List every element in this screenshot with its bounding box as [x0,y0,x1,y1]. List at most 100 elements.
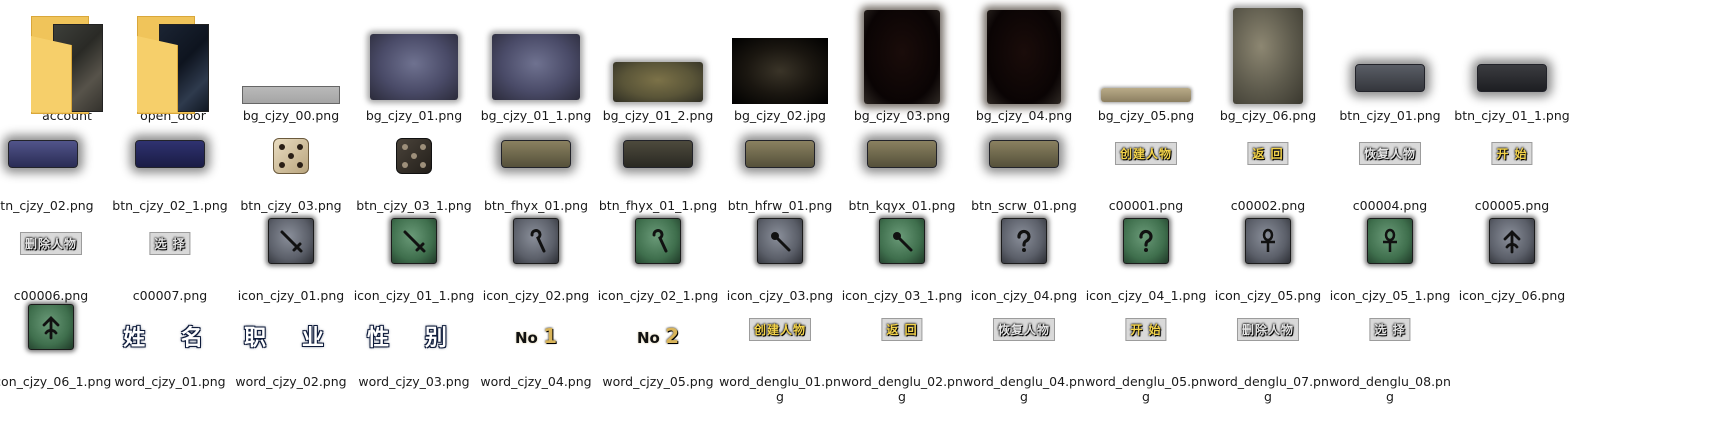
file-item-c00004[interactable]: 恢复人物 c00004.png [1323,124,1457,213]
file-item-btn-cjzy-02[interactable]: btn_cjzy_02.png [0,124,110,213]
file-item-btn-cjzy-03[interactable]: btn_cjzy_03.png [224,124,358,213]
file-item-icon-cjzy-04[interactable]: icon_cjzy_04.png [957,214,1091,303]
file-item-word-denglu-04[interactable]: 恢复人物 word_denglu_04.png [957,300,1091,404]
file-name: bg_cjzy_01_1.png [480,108,592,123]
file-name: bg_cjzy_02.jpg [734,108,826,123]
image-thumbnail: 删除人物 [19,232,83,255]
image-thumbnail: No 1 [514,324,558,348]
file-item-c00002[interactable]: 返 回 c00002.png [1201,124,1335,213]
file-item-bg-cjzy-01[interactable]: bg_cjzy_01.png [347,0,481,123]
file-name: btn_cjzy_02_1.png [112,198,228,213]
file-name: btn_cjzy_03.png [240,198,342,213]
file-item-word-cjzy-01[interactable]: 姓 名 word_cjzy_01.png [103,300,237,389]
image-thumbnail [8,140,78,168]
file-item-bg-cjzy-04[interactable]: bg_cjzy_04.png [957,0,1091,123]
file-item-word-denglu-02[interactable]: 返 回 word_denglu_02.png [835,300,969,404]
dice-icon [396,138,432,174]
file-item-btn-fhyx-01-1[interactable]: btn_fhyx_01_1.png [591,124,725,213]
folder-icon [31,16,103,114]
file-name: word_denglu_07.png [1207,374,1329,404]
file-item-bg-cjzy-03[interactable]: bg_cjzy_03.png [835,0,969,123]
ankh-icon [1245,218,1291,264]
file-item-btn-kqyx-01[interactable]: btn_kqyx_01.png [835,124,969,213]
image-thumbnail: 开 始 [1125,318,1167,341]
file-item-word-cjzy-04[interactable]: No 1 word_cjzy_04.png [469,300,603,389]
arrow-up-icon [1489,218,1535,264]
file-item-word-denglu-05[interactable]: 开 始 word_denglu_05.png [1079,300,1213,404]
file-item-icon-cjzy-06[interactable]: icon_cjzy_06.png [1445,214,1579,303]
ankh-icon [1367,218,1413,264]
file-item-icon-cjzy-03[interactable]: icon_cjzy_03.png [713,214,847,303]
image-thumbnail [732,38,828,104]
file-item-bg-cjzy-01-2[interactable]: bg_cjzy_01_2.png [591,0,725,123]
image-thumbnail [623,140,693,168]
file-name: word_cjzy_05.png [602,374,714,389]
file-name: c00005.png [1474,198,1550,213]
file-item-icon-cjzy-01[interactable]: icon_cjzy_01.png [224,214,358,303]
image-thumbnail [989,140,1059,168]
file-item-word-cjzy-05[interactable]: No 2 word_cjzy_05.png [591,300,725,389]
file-item-icon-cjzy-01-1[interactable]: icon_cjzy_01_1.png [347,214,481,303]
file-name: c00002.png [1230,198,1306,213]
file-item-word-denglu-07[interactable]: 删除人物 word_denglu_07.png [1201,300,1335,404]
file-name: icon_cjzy_06.png [1458,288,1566,303]
file-item-open-door[interactable]: open_door [106,0,240,123]
file-item-bg-cjzy-06[interactable]: bg_cjzy_06.png [1201,0,1335,123]
file-name: word_denglu_01.png [719,374,841,404]
file-item-c00005[interactable]: 开 始 c00005.png [1445,124,1579,213]
file-name: bg_cjzy_05.png [1097,108,1195,123]
image-thumbnail [242,86,340,104]
file-item-bg-cjzy-05[interactable]: bg_cjzy_05.png [1079,0,1213,123]
file-item-icon-cjzy-02[interactable]: icon_cjzy_02.png [469,214,603,303]
sword-icon [391,218,437,264]
arrow-up-icon [28,304,74,350]
file-item-btn-hfrw-01[interactable]: btn_hfrw_01.png [713,124,847,213]
file-item-btn-cjzy-02-1[interactable]: btn_cjzy_02_1.png [103,124,237,213]
file-item-icon-cjzy-02-1[interactable]: icon_cjzy_02_1.png [591,214,725,303]
file-item-word-cjzy-02[interactable]: 职 业 word_cjzy_02.png [224,300,358,389]
file-item-icon-cjzy-04-1[interactable]: icon_cjzy_04_1.png [1079,214,1213,303]
question-icon [1123,218,1169,264]
image-thumbnail [867,140,937,168]
image-thumbnail: 开 始 [1491,142,1533,165]
file-item-btn-cjzy-01-1[interactable]: btn_cjzy_01_1.png [1445,0,1579,123]
image-thumbnail [745,140,815,168]
file-name: word_cjzy_03.png [358,374,470,389]
file-item-bg-cjzy-01-1[interactable]: bg_cjzy_01_1.png [469,0,603,123]
folder-icon [137,16,209,114]
file-item-btn-fhyx-01[interactable]: btn_fhyx_01.png [469,124,603,213]
image-thumbnail [613,62,703,102]
file-item-icon-cjzy-06-1[interactable]: icon_cjzy_06_1.png [0,300,118,389]
file-item-c00001[interactable]: 创建人物 c00001.png [1079,124,1213,213]
file-name: word_cjzy_02.png [235,374,347,389]
file-name: word_denglu_08.png [1329,374,1451,404]
file-name: word_cjzy_04.png [480,374,592,389]
file-item-bg-cjzy-02[interactable]: bg_cjzy_02.jpg [713,0,847,123]
file-item-word-denglu-01[interactable]: 创建人物 word_denglu_01.png [713,300,847,404]
file-name: btn_kqyx_01.png [848,198,956,213]
file-name: bg_cjzy_06.png [1219,108,1317,123]
file-name: btn_cjzy_02.png [0,198,94,213]
image-thumbnail [370,34,458,100]
dice-icon [273,138,309,174]
file-item-c00006[interactable]: 删除人物 c00006.png [0,214,118,303]
image-thumbnail [492,34,580,100]
file-name: bg_cjzy_01_2.png [602,108,714,123]
file-item-btn-cjzy-01[interactable]: btn_cjzy_01.png [1323,0,1457,123]
image-thumbnail [1355,64,1425,92]
image-thumbnail: 选 择 [1369,318,1411,341]
image-thumbnail: 返 回 [881,318,923,341]
file-item-btn-scrw-01[interactable]: btn_scrw_01.png [957,124,1091,213]
file-name: btn_cjzy_01_1.png [1454,108,1570,123]
file-item-icon-cjzy-05-1[interactable]: icon_cjzy_05_1.png [1323,214,1457,303]
file-item-bg-cjzy-00[interactable]: bg_cjzy_00.png [224,0,358,123]
image-thumbnail [1233,8,1303,104]
image-thumbnail: 性 别 [367,326,461,351]
file-item-btn-cjzy-03-1[interactable]: btn_cjzy_03_1.png [347,124,481,213]
file-item-icon-cjzy-05[interactable]: icon_cjzy_05.png [1201,214,1335,303]
file-item-word-cjzy-03[interactable]: 性 别 word_cjzy_03.png [347,300,481,389]
file-item-icon-cjzy-03-1[interactable]: icon_cjzy_03_1.png [835,214,969,303]
file-name: bg_cjzy_04.png [975,108,1073,123]
file-item-word-denglu-08[interactable]: 选 择 word_denglu_08.png [1323,300,1457,404]
file-item-c00007[interactable]: 选 择 c00007.png [103,214,237,303]
